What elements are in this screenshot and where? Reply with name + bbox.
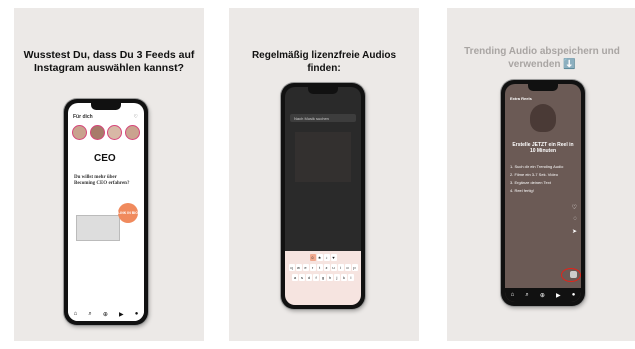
phone-screen: Nach Musik suchen ☺ ★ ♪ ♥ q w e r t z u bbox=[285, 87, 361, 305]
step-text: 2. Filme ein 3-7 Sek. Video bbox=[510, 172, 558, 177]
comment-icon[interactable]: ◌ bbox=[573, 216, 577, 222]
profile-icon[interactable]: ● bbox=[572, 292, 576, 298]
bottom-nav: ⌂ ⌕ ⊕ ▶ ● bbox=[68, 307, 144, 321]
panel-title: Regelmäßig lizenzfreie Audios finden: bbox=[251, 50, 397, 74]
key[interactable]: g bbox=[320, 274, 326, 281]
phone-screen: Für dich ♡ CEO Du willst mehr über Becom… bbox=[68, 103, 144, 321]
panel-feeds: Wusstest Du, dass Du 3 Feeds auf Instagr… bbox=[14, 8, 204, 341]
home-icon[interactable]: ⌂ bbox=[511, 292, 515, 298]
emoji-key[interactable]: ☺ bbox=[309, 254, 316, 261]
phone-notch bbox=[91, 103, 121, 110]
laptop-image bbox=[76, 215, 120, 241]
key[interactable]: i bbox=[337, 264, 344, 271]
reels-icon[interactable]: ▶ bbox=[119, 311, 124, 318]
key[interactable]: j bbox=[334, 274, 340, 281]
story-avatar[interactable] bbox=[124, 125, 140, 140]
key[interactable]: a bbox=[292, 274, 298, 281]
key[interactable]: k bbox=[341, 274, 347, 281]
keyboard-row-1: q w e r t z u i o p bbox=[285, 264, 361, 271]
home-icon[interactable]: ⌂ bbox=[74, 311, 78, 317]
key[interactable]: q bbox=[288, 264, 295, 271]
feed-label[interactable]: Für dich bbox=[73, 114, 93, 120]
phone-mockup: Extra Reels Erstelle JETZT ein Reel in 1… bbox=[501, 80, 585, 306]
key[interactable]: h bbox=[327, 274, 333, 281]
key[interactable]: r bbox=[309, 264, 316, 271]
panel-trending-audio: Trending Audio abspeichern und verwenden… bbox=[447, 8, 635, 341]
story-avatar[interactable] bbox=[72, 125, 87, 140]
keyboard-emoji-row: ☺ ★ ♪ ♥ bbox=[285, 254, 361, 261]
bottom-nav: ⌂ ⌕ ⊕ ▶ ● bbox=[505, 288, 581, 302]
add-icon[interactable]: ⊕ bbox=[103, 311, 108, 318]
person-image bbox=[530, 104, 556, 132]
highlight-circle bbox=[561, 268, 581, 282]
step-text: 1. Such dir ein Trending Audio bbox=[510, 164, 564, 169]
key[interactable]: o bbox=[344, 264, 351, 271]
profile-icon[interactable]: ● bbox=[135, 311, 139, 317]
search-input[interactable]: Nach Musik suchen bbox=[294, 116, 329, 121]
reels-icon[interactable]: ▶ bbox=[556, 292, 561, 299]
phone-notch bbox=[308, 87, 338, 94]
key[interactable]: f bbox=[313, 274, 319, 281]
key[interactable]: l bbox=[348, 274, 354, 281]
key[interactable]: u bbox=[330, 264, 337, 271]
panel-title: Trending Audio abspeichern und verwenden… bbox=[464, 46, 620, 70]
account-name[interactable]: Extra Reels bbox=[510, 96, 532, 101]
step-text: 4. Reel fertig! bbox=[510, 188, 534, 193]
post-headline: Du willst mehr über Becoming CEO erfahre… bbox=[74, 175, 130, 186]
emoji-key[interactable]: ♪ bbox=[323, 254, 330, 261]
search-bar[interactable]: Nach Musik suchen bbox=[290, 114, 356, 122]
phone-mockup: Nach Musik suchen ☺ ★ ♪ ♥ q w e r t z u bbox=[281, 83, 365, 309]
story-avatar[interactable] bbox=[107, 125, 123, 140]
heart-icon[interactable]: ♡ bbox=[572, 204, 577, 211]
step-text: 3. Ergänze deinen Text bbox=[510, 180, 551, 185]
panel-audios: Regelmäßig lizenzfreie Audios finden: Na… bbox=[229, 8, 419, 341]
background-image bbox=[295, 132, 351, 182]
reel-headline: Erstelle JETZT ein Reel in 10 Minuten bbox=[512, 142, 574, 154]
stories-row bbox=[72, 125, 140, 140]
brand-logo: CEO bbox=[94, 153, 116, 164]
emoji-key[interactable]: ♥ bbox=[330, 254, 337, 261]
phone-notch bbox=[528, 84, 558, 91]
keyboard: ☺ ★ ♪ ♥ q w e r t z u i o p a s d f g h … bbox=[285, 251, 361, 305]
phone-mockup: Für dich ♡ CEO Du willst mehr über Becom… bbox=[64, 99, 148, 325]
key[interactable]: p bbox=[351, 264, 358, 271]
emoji-key[interactable]: ★ bbox=[316, 254, 323, 261]
share-icon[interactable]: ➤ bbox=[572, 228, 577, 235]
panel-title: Wusstest Du, dass Du 3 Feeds auf Instagr… bbox=[23, 49, 195, 74]
search-icon[interactable]: ⌕ bbox=[525, 292, 528, 299]
phone-screen: Extra Reels Erstelle JETZT ein Reel in 1… bbox=[505, 84, 581, 302]
key[interactable]: d bbox=[306, 274, 312, 281]
link-in-bio-badge[interactable]: LINK IN BIO bbox=[118, 203, 138, 223]
key[interactable]: z bbox=[323, 264, 330, 271]
key[interactable]: w bbox=[295, 264, 302, 271]
key[interactable]: t bbox=[316, 264, 323, 271]
add-icon[interactable]: ⊕ bbox=[540, 292, 545, 299]
key[interactable]: e bbox=[302, 264, 309, 271]
keyboard-row-2: a s d f g h j k l bbox=[285, 274, 361, 281]
story-avatar[interactable] bbox=[89, 125, 105, 140]
heart-icon[interactable]: ♡ bbox=[134, 114, 138, 120]
search-icon[interactable]: ⌕ bbox=[88, 311, 91, 318]
key[interactable]: s bbox=[299, 274, 305, 281]
